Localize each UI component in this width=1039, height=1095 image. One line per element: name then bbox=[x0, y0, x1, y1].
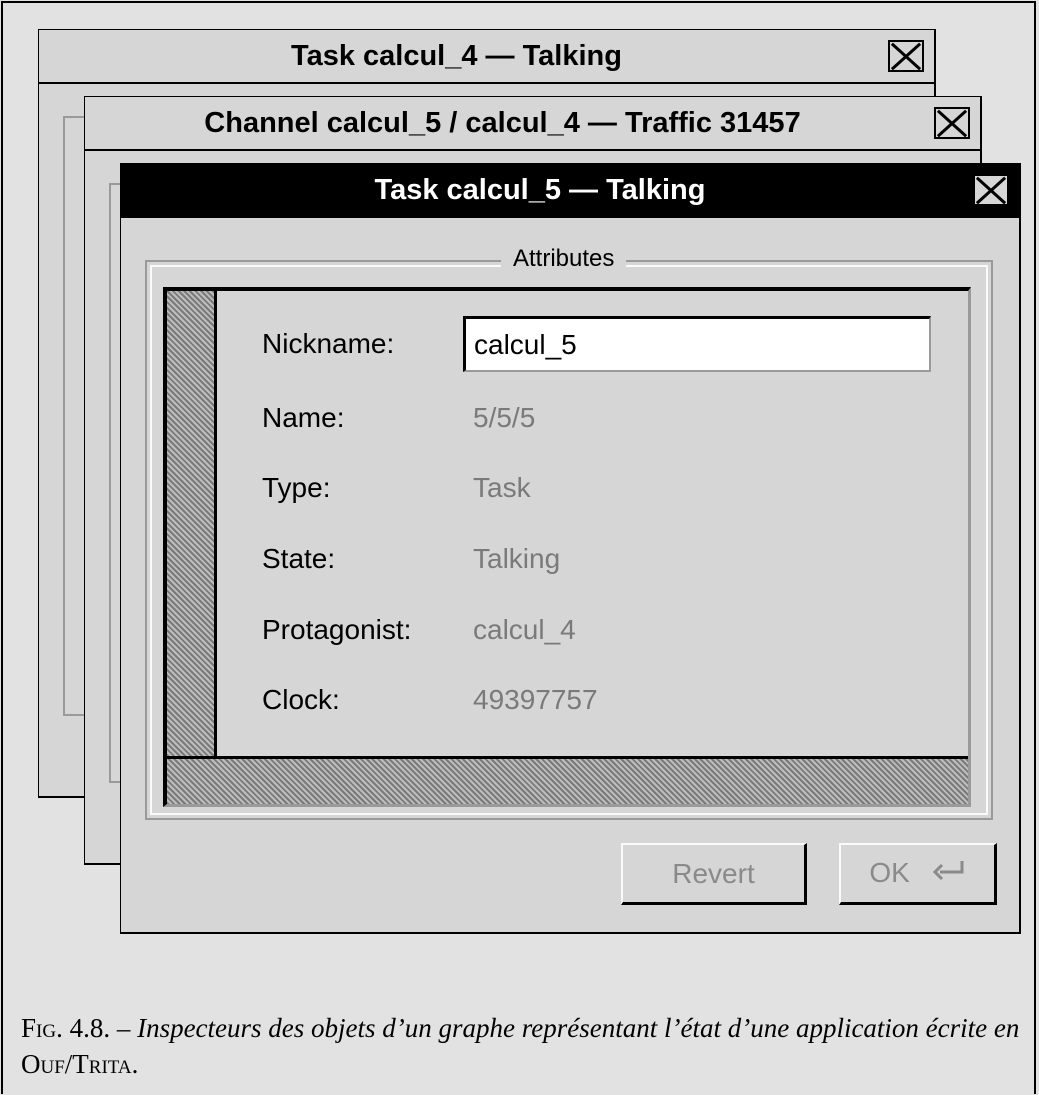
caption-period: . bbox=[131, 1049, 139, 1079]
ok-button-label: OK bbox=[869, 856, 910, 888]
figure-number: Fig. 4.8. – bbox=[21, 1013, 131, 1043]
figure-caption: Fig. 4.8. – Inspecteurs des objets d’un … bbox=[21, 1010, 1021, 1082]
scroll-panel: Nickname: Name: 5/5/5 Type: Task State: … bbox=[163, 287, 971, 807]
attributes-groupbox: Attributes Nickname: Name: 5/5/5 Type: T… bbox=[145, 244, 993, 820]
close-icon[interactable] bbox=[973, 174, 1009, 206]
caption-system-name: Ouf/Trita bbox=[21, 1049, 132, 1079]
revert-button[interactable]: Revert bbox=[621, 843, 807, 905]
protagonist-value: calcul_4 bbox=[473, 614, 576, 645]
revert-button-label: Revert bbox=[672, 857, 755, 889]
nickname-label: Nickname: bbox=[262, 328, 395, 359]
state-value: Talking bbox=[473, 543, 561, 574]
clock-label: Clock: bbox=[262, 684, 340, 715]
titlebar[interactable]: Task calcul_4 — Talking bbox=[39, 30, 934, 84]
window-task-calcul-5: Task calcul_5 — Talking Attributes Nickn… bbox=[120, 163, 1021, 934]
titlebar-active[interactable]: Task calcul_5 — Talking bbox=[121, 164, 1019, 218]
window-title: Task calcul_5 — Talking bbox=[374, 174, 706, 206]
caption-text: Inspecteurs des objets d’un graphe repré… bbox=[137, 1013, 1020, 1043]
ok-button[interactable]: OK bbox=[839, 843, 997, 905]
clock-value: 49397757 bbox=[473, 684, 598, 715]
titlebar[interactable]: Channel calcul_5 / calcul_4 — Traffic 31… bbox=[85, 97, 980, 151]
name-value: 5/5/5 bbox=[473, 402, 536, 433]
enter-icon bbox=[932, 858, 966, 890]
state-label: State: bbox=[262, 543, 336, 574]
groupbox-legend: Attributes bbox=[501, 244, 627, 274]
protagonist-label: Protagonist: bbox=[262, 614, 412, 645]
name-label: Name: bbox=[262, 402, 345, 433]
window-title: Task calcul_4 — Talking bbox=[291, 40, 622, 72]
vertical-scrollbar[interactable] bbox=[167, 291, 217, 756]
nickname-field[interactable] bbox=[463, 316, 931, 372]
type-label: Type: bbox=[262, 472, 331, 503]
window-title: Channel calcul_5 / calcul_4 — Traffic 31… bbox=[204, 107, 801, 139]
type-value: Task bbox=[473, 472, 531, 503]
close-icon[interactable] bbox=[934, 107, 970, 139]
close-icon[interactable] bbox=[888, 40, 924, 72]
horizontal-scrollbar[interactable] bbox=[167, 756, 968, 804]
